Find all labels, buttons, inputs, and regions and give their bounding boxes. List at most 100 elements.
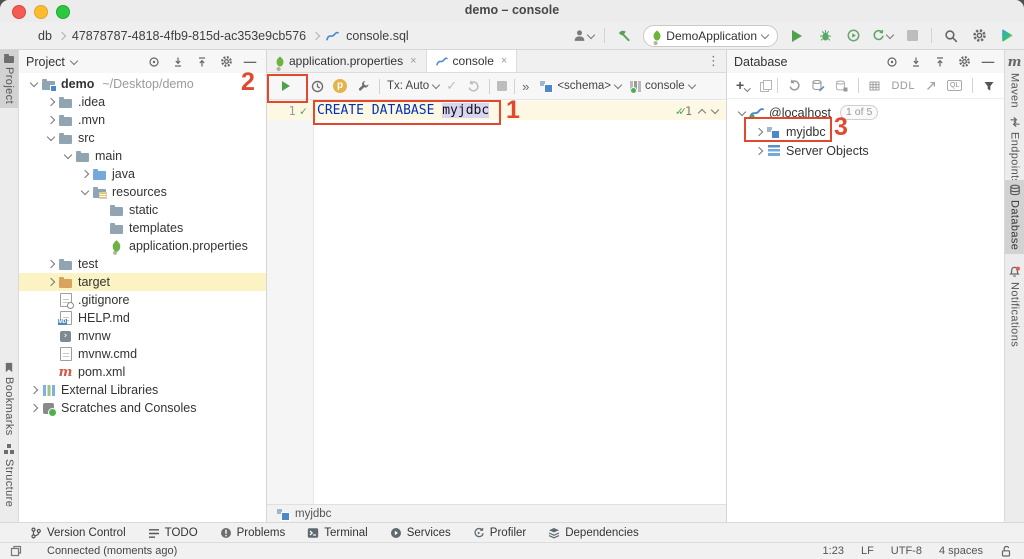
history-clock-icon[interactable] — [308, 77, 326, 95]
debug-button[interactable] — [816, 27, 834, 45]
tool-strip-endpoints[interactable]: Endpoints — [1005, 112, 1024, 189]
prev-problem-icon[interactable] — [697, 108, 707, 117]
window-layout-icon[interactable] — [10, 545, 22, 557]
stop-icon[interactable] — [497, 81, 508, 91]
chevron-down-icon[interactable] — [46, 132, 56, 142]
modify-datasource-icon[interactable] — [811, 79, 825, 92]
status-message[interactable]: Connected (moments ago) — [47, 545, 177, 557]
run-configuration-selector[interactable]: DemoApplication — [643, 24, 778, 47]
chevron-right-icon[interactable] — [46, 259, 56, 269]
tree-item-resources[interactable]: resources — [19, 183, 266, 201]
settings-gear-icon[interactable] — [970, 27, 988, 45]
search-everywhere-icon[interactable] — [942, 27, 960, 45]
new-datasource-button[interactable]: + — [736, 78, 751, 92]
chevron-right-icon[interactable] — [46, 277, 56, 287]
more-actions[interactable]: » — [522, 79, 529, 94]
jump-to-console-icon[interactable] — [925, 80, 937, 92]
chevron-down-icon[interactable] — [63, 150, 73, 160]
file-encoding[interactable]: UTF-8 — [891, 545, 922, 557]
refresh-icon[interactable] — [788, 79, 801, 92]
chevron-down-icon[interactable] — [29, 78, 39, 88]
breadcrumb-datasource[interactable]: 47878787-4818-4fb9-815d-ac353e9cb576 — [72, 29, 306, 43]
code-line-1[interactable]: 1 ✓ CREATE DATABASE myjdbc — [267, 101, 726, 120]
build-hammer-icon[interactable] — [615, 27, 633, 45]
tree-item-gitignore[interactable]: .gitignore — [19, 291, 266, 309]
chevron-down-icon[interactable] — [80, 186, 90, 196]
collapse-all-icon[interactable] — [193, 53, 211, 71]
tree-item-mvn[interactable]: .mvn — [19, 111, 266, 129]
tree-item-external-libraries[interactable]: External Libraries — [19, 381, 266, 399]
tree-item-scratches[interactable]: Scratches and Consoles — [19, 399, 266, 417]
lock-open-icon[interactable] — [1000, 545, 1012, 557]
tool-strip-project[interactable]: Project — [0, 50, 18, 109]
tree-item-pom-xml[interactable]: m pom.xml — [19, 363, 266, 381]
hide-panel-icon[interactable]: — — [241, 53, 259, 71]
filter-funnel-icon[interactable] — [983, 80, 995, 92]
tab-options-icon[interactable]: ⋮ — [707, 53, 720, 69]
tool-strip-structure[interactable]: Structure — [0, 440, 18, 511]
chevron-right-icon[interactable] — [29, 403, 39, 413]
chevron-right-icon[interactable] — [29, 385, 39, 395]
tool-strip-maven[interactable]: m Maven — [1005, 52, 1024, 112]
expand-all-icon[interactable] — [169, 53, 187, 71]
run-button[interactable] — [788, 27, 806, 45]
tab-application-properties[interactable]: application.properties × — [267, 50, 427, 72]
inspections-widget[interactable]: ✓✓ 1 — [676, 104, 720, 118]
chevron-right-icon[interactable] — [754, 127, 764, 136]
user-account-icon[interactable] — [573, 27, 596, 45]
rollback-icon[interactable] — [464, 77, 482, 95]
tree-item-static[interactable]: static — [19, 201, 266, 219]
tree-item-templates[interactable]: templates — [19, 219, 266, 237]
schema-selector[interactable]: <schema> — [540, 80, 623, 93]
chevron-down-icon[interactable] — [737, 107, 747, 116]
tree-item-target[interactable]: target — [19, 273, 266, 291]
wrench-settings-icon[interactable] — [354, 77, 372, 95]
stop-button[interactable] — [903, 27, 921, 45]
execute-statement-button[interactable] — [277, 77, 295, 95]
toolwindow-version-control[interactable]: Version Control — [30, 527, 126, 539]
close-tab-icon[interactable]: × — [501, 55, 507, 67]
panel-settings-gear-icon[interactable] — [955, 53, 973, 71]
chevron-right-icon[interactable] — [754, 146, 764, 155]
line-separator[interactable]: LF — [861, 545, 874, 557]
tree-item-application-properties[interactable]: application.properties — [19, 237, 266, 255]
toolwindow-dependencies[interactable]: Dependencies — [548, 527, 639, 539]
ddl-button[interactable]: DDL — [891, 80, 915, 92]
collapse-all-icon[interactable] — [931, 53, 949, 71]
tool-strip-notifications[interactable]: Notifications — [1005, 262, 1024, 351]
tree-item-demo[interactable]: demo ~/Desktop/demo — [19, 75, 266, 93]
parameters-icon[interactable]: p — [333, 79, 347, 93]
duplicate-icon[interactable] — [759, 80, 773, 92]
chevron-right-icon[interactable] — [46, 97, 56, 107]
profile-button[interactable] — [844, 27, 862, 45]
tree-item-test[interactable]: test — [19, 255, 266, 273]
hide-panel-icon[interactable]: — — [979, 53, 997, 71]
breadcrumb-db[interactable]: db — [38, 29, 52, 43]
db-item-server-objects[interactable]: Server Objects — [727, 141, 1004, 160]
chevron-right-icon[interactable] — [80, 169, 90, 179]
expand-all-icon[interactable] — [907, 53, 925, 71]
db-item-myjdbc[interactable]: myjdbc — [727, 122, 1004, 141]
db-item-localhost[interactable]: @localhost 1 of 5 — [727, 103, 1004, 122]
tree-item-main[interactable]: main — [19, 147, 266, 165]
tab-console[interactable]: console × — [426, 50, 518, 72]
gradient-play-icon[interactable] — [998, 27, 1016, 45]
tool-strip-bookmarks[interactable]: Bookmarks — [0, 358, 18, 440]
panel-settings-gear-icon[interactable] — [217, 53, 235, 71]
toolwindow-services[interactable]: Services — [390, 527, 451, 539]
table-icon[interactable] — [868, 80, 881, 92]
close-tab-icon[interactable]: × — [410, 55, 416, 67]
caret-position[interactable]: 1:23 — [823, 545, 844, 557]
commit-icon[interactable]: ✓ — [446, 78, 457, 94]
tree-item-src[interactable]: src — [19, 129, 266, 147]
tree-item-mvnw-cmd[interactable]: mvnw.cmd — [19, 345, 266, 363]
toolwindow-problems[interactable]: Problems — [220, 527, 285, 539]
next-problem-icon[interactable] — [710, 105, 720, 115]
tree-item-help-md[interactable]: HELP.md — [19, 309, 266, 327]
chevron-right-icon[interactable] — [46, 115, 56, 125]
code-editor[interactable]: 1 ✓ CREATE DATABASE myjdbc ✓✓ 1 — [267, 100, 726, 504]
tool-strip-database[interactable]: Database — [1005, 180, 1024, 255]
project-panel-title[interactable]: Project — [26, 55, 65, 69]
indent-setting[interactable]: 4 spaces — [939, 545, 983, 557]
query-console-icon[interactable]: QL — [946, 80, 963, 91]
